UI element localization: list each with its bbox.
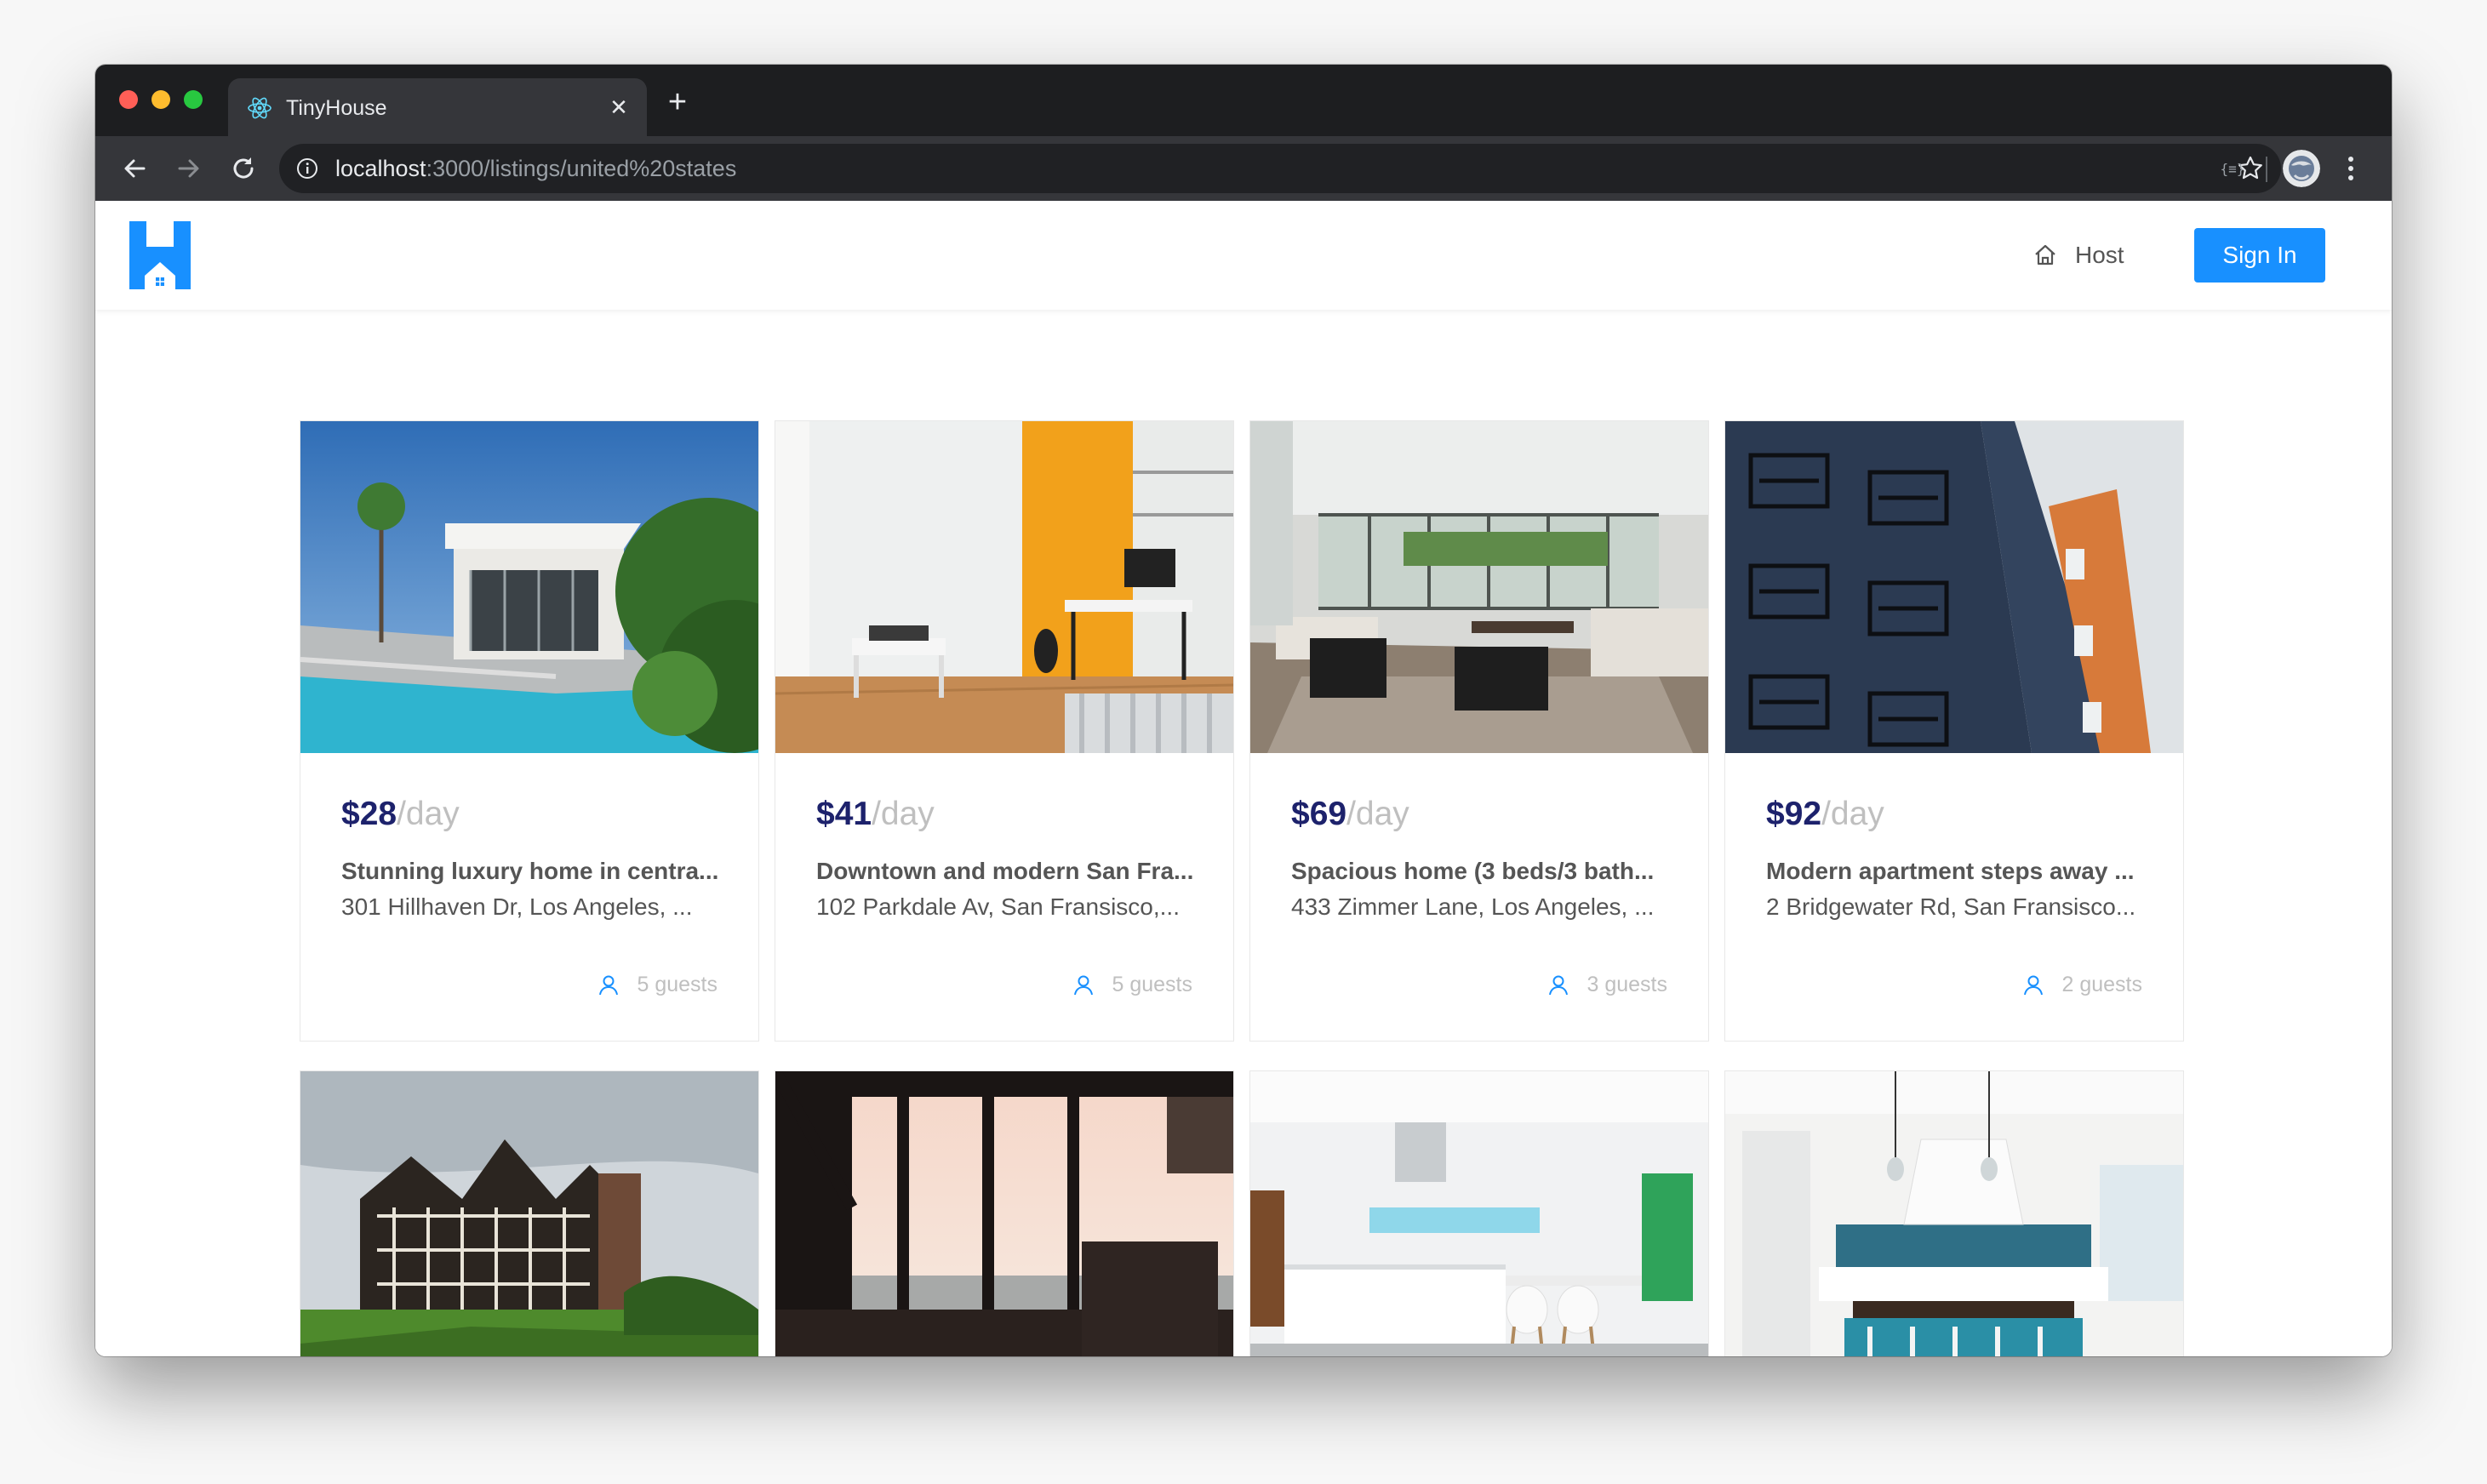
sunset-dining-room-image: [775, 1071, 1233, 1356]
forward-arrow-icon[interactable]: [172, 151, 206, 186]
listing-card[interactable]: [300, 1070, 759, 1356]
tab-strip: TinyHouse ✕ +: [95, 65, 2392, 136]
price-amount: $28: [341, 796, 397, 832]
tab-title: TinyHouse: [286, 96, 387, 120]
price-amount: $41: [816, 796, 872, 832]
living-room-image: [1250, 421, 1708, 753]
listing-title: Downtown and modern San Fra...: [816, 858, 1194, 884]
listing-photo: [1250, 421, 1708, 753]
price-unit: /day: [872, 796, 935, 832]
listing-price: $41/day: [816, 794, 935, 835]
home-icon: [2035, 244, 2055, 265]
extension-icon[interactable]: {≡}: [2218, 155, 2247, 184]
maximize-window-button[interactable]: [184, 90, 203, 109]
user-icon: [1074, 975, 1094, 995]
host-label: Host: [2075, 242, 2124, 268]
listing-address: 2 Bridgewater Rd, San Fransisco...: [1766, 893, 2136, 920]
host-link[interactable]: Host: [2032, 235, 2124, 276]
listing-guests: 3 guests: [1547, 973, 1667, 997]
close-tab-icon[interactable]: ✕: [604, 93, 633, 122]
listing-card[interactable]: [1249, 1070, 1709, 1356]
tudor-mansion-image: [300, 1071, 758, 1356]
react-icon: [248, 97, 272, 119]
listing-price: $69/day: [1291, 794, 1409, 835]
house-pool-image: [300, 421, 758, 753]
user-icon: [599, 975, 619, 995]
listing-address: 433 Zimmer Lane, Los Angeles, ...: [1291, 893, 1655, 920]
listing-card[interactable]: $28/day Stunning luxury home in centra..…: [300, 420, 759, 1042]
listing-photo: [775, 1071, 1233, 1356]
user-icon: [1549, 975, 1569, 995]
white-kitchen-image: [1250, 1071, 1708, 1356]
user-icon: [2024, 975, 2044, 995]
tab-tinyhouse[interactable]: TinyHouse ✕: [228, 78, 647, 136]
listing-photo: [775, 421, 1233, 753]
back-arrow-icon[interactable]: [117, 151, 152, 186]
price-amount: $69: [1291, 796, 1347, 832]
listing-photo: [300, 1071, 758, 1356]
price-unit: /day: [397, 796, 460, 832]
guests-count: 5 guests: [1112, 973, 1192, 996]
more-menu-icon[interactable]: [2342, 153, 2359, 184]
open-kitchen-image: [1725, 1071, 2183, 1356]
listing-card[interactable]: [775, 1070, 1234, 1356]
studio-room-image: [775, 421, 1233, 753]
listing-price: $28/day: [341, 794, 460, 835]
price-amount: $92: [1766, 796, 1822, 832]
guests-count: 2 guests: [2061, 973, 2142, 996]
profile-avatar[interactable]: [2283, 150, 2320, 187]
listing-photo: [300, 421, 758, 753]
listing-title: Stunning luxury home in centra...: [341, 858, 719, 884]
listing-address: 102 Parkdale Av, San Fransisco,...: [816, 893, 1180, 920]
listing-photo: [1250, 1071, 1708, 1356]
listing-photo: [1725, 421, 2183, 753]
url-host: localhost: [335, 156, 426, 181]
info-icon[interactable]: [296, 157, 318, 180]
close-window-button[interactable]: [119, 90, 138, 109]
guests-count: 3 guests: [1587, 973, 1667, 996]
guests-count: 5 guests: [637, 973, 718, 996]
listing-card[interactable]: $69/day Spacious home (3 beds/3 bath... …: [1249, 420, 1709, 1042]
url-text: localhost:3000/listings/united%20states: [335, 156, 736, 181]
new-tab-button[interactable]: +: [660, 85, 695, 119]
apartment-building-image: [1725, 421, 2183, 753]
browser-window: TinyHouse ✕ + localhost:3000/listings/un…: [95, 65, 2392, 1356]
listing-title: Modern apartment steps away ...: [1766, 858, 2135, 884]
price-unit: /day: [1821, 796, 1884, 832]
listing-card[interactable]: $92/day Modern apartment steps away ... …: [1724, 420, 2184, 1042]
sign-in-button[interactable]: Sign In: [2194, 228, 2325, 283]
address-bar[interactable]: localhost:3000/listings/united%20states: [279, 144, 2281, 193]
listing-guests: 5 guests: [1072, 973, 1192, 997]
browser-toolbar: localhost:3000/listings/united%20states …: [95, 136, 2392, 201]
listing-title: Spacious home (3 beds/3 bath...: [1291, 858, 1655, 884]
tinyhouse-logo[interactable]: [129, 221, 191, 289]
listing-guests: 2 guests: [2022, 973, 2142, 997]
listing-photo: [1725, 1071, 2183, 1356]
listing-card[interactable]: [1724, 1070, 2184, 1356]
listing-guests: 5 guests: [597, 973, 718, 997]
listing-card[interactable]: $41/day Downtown and modern San Fra... 1…: [775, 420, 1234, 1042]
price-unit: /day: [1346, 796, 1409, 832]
toolbar-divider: [2266, 157, 2267, 182]
page-viewport: Host Sign In $28/day Stunning luxury hom…: [95, 201, 2392, 1356]
listing-price: $92/day: [1766, 794, 1884, 835]
reload-icon[interactable]: [226, 151, 260, 186]
listing-address: 301 Hillhaven Dr, Los Angeles, ...: [341, 893, 693, 920]
app-header: Host Sign In: [95, 201, 2392, 310]
minimize-window-button[interactable]: [152, 90, 170, 109]
url-path: :3000/listings/united%20states: [426, 156, 737, 181]
